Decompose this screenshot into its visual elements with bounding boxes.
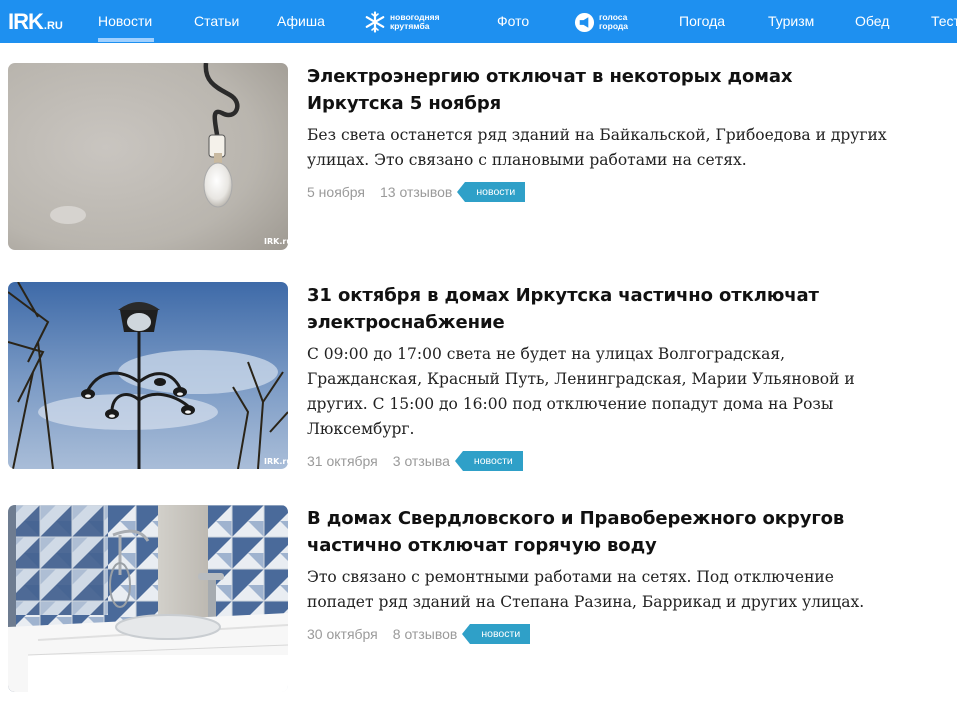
article-date: 30 октября: [307, 626, 378, 642]
comments-link[interactable]: 8 отзывов: [393, 626, 458, 642]
article-image[interactable]: [8, 505, 288, 692]
article-date: 5 ноября: [307, 184, 366, 200]
nav-item-news[interactable]: Новости: [98, 13, 152, 29]
article-title-link[interactable]: В домах Свердловского и Правобережного о…: [307, 505, 887, 559]
article-body: В домах Свердловского и Правобережного о…: [307, 505, 887, 644]
article-image[interactable]: IRK.ru: [8, 63, 288, 250]
category-tag[interactable]: новости: [462, 624, 531, 644]
category-tag[interactable]: новости: [457, 182, 526, 202]
promo-newyear-line2: крутямба: [390, 21, 430, 31]
article-lead: Без света останется ряд зданий на Байкал…: [307, 126, 887, 169]
article-body: Электроэнергию отключат в некоторых дома…: [307, 63, 887, 202]
article-body: 31 октября в домах Иркутска частично отк…: [307, 282, 887, 471]
article-title: В домах Свердловского и Правобережного о…: [307, 508, 845, 556]
article-card: IRK.ru Электроэнергию отключат в некотор…: [8, 63, 938, 251]
article-lead: Это связано с ремонтными работами на сет…: [307, 568, 865, 611]
promo-voice-link[interactable]: голоса города: [572, 10, 628, 34]
comments-link[interactable]: 3 отзыва: [393, 453, 450, 469]
article-lead: С 09:00 до 17:00 света не будет на улица…: [307, 345, 855, 438]
top-navigation-bar: IRK .RU Новости Статьи Афиша Фото Погода…: [0, 0, 957, 43]
nav-item-lunch[interactable]: Обед: [855, 13, 889, 29]
logo-main-text: IRK: [8, 9, 44, 34]
nav-item-weather[interactable]: Погода: [679, 13, 725, 29]
comments-link[interactable]: 13 отзывов: [380, 184, 452, 200]
article-meta: 30 октября 8 отзывов новости: [307, 624, 887, 644]
article-title: Электроэнергию отключат в некоторых дома…: [307, 66, 793, 114]
site-logo[interactable]: IRK .RU: [8, 9, 63, 34]
image-watermark: IRK.ru: [264, 237, 288, 246]
category-tag[interactable]: новости: [454, 451, 523, 471]
article-title-link[interactable]: Электроэнергию отключат в некоторых дома…: [307, 63, 887, 117]
article-meta: 31 октября 3 отзыва новости: [307, 451, 887, 471]
article-date: 31 октября: [307, 453, 378, 469]
article-title-link[interactable]: 31 октября в домах Иркутска частично отк…: [307, 282, 887, 336]
article-card: В домах Свердловского и Правобережного о…: [8, 505, 938, 693]
article-meta: 5 ноября 13 отзывов новости: [307, 182, 887, 202]
image-watermark: IRK.ru: [264, 457, 288, 466]
article-card: IRK.ru 31 октября в домах Иркутска части…: [8, 282, 938, 471]
nav-active-indicator: [98, 38, 154, 42]
snowflake-icon: [363, 10, 387, 34]
article-image[interactable]: IRK.ru: [8, 282, 288, 469]
nav-item-afisha[interactable]: Афиша: [277, 13, 325, 29]
promo-voice-line2: города: [599, 21, 629, 31]
megaphone-icon: [572, 10, 596, 34]
promo-newyear-link[interactable]: новогодняя крутямба: [363, 10, 440, 34]
article-title: 31 октября в домах Иркутска частично отк…: [307, 285, 819, 333]
nav-item-tourism[interactable]: Туризм: [768, 13, 814, 29]
logo-domain-text: .RU: [43, 20, 63, 32]
nav-item-articles[interactable]: Статьи: [194, 13, 239, 29]
nav-item-photo[interactable]: Фото: [497, 13, 529, 29]
nav-item-test[interactable]: Тест: [931, 13, 957, 29]
